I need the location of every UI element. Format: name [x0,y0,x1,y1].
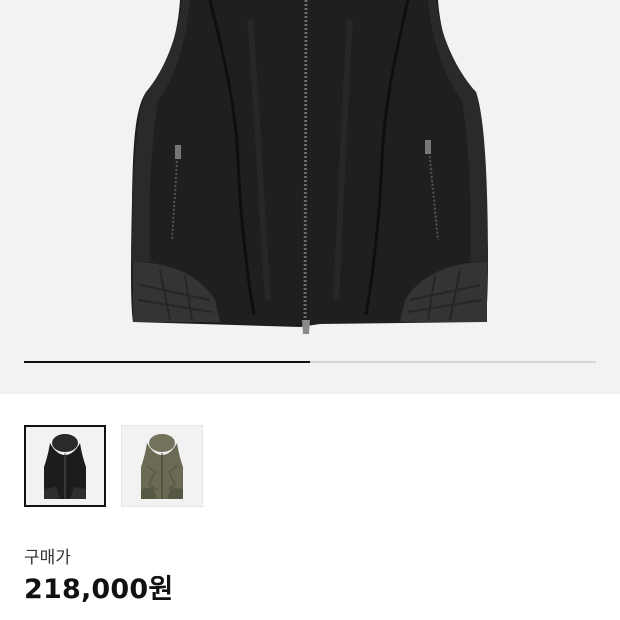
vest-black-thumbnail-icon [26,427,104,505]
gallery-progress-track[interactable] [24,361,596,363]
variant-thumbnail-black[interactable] [24,425,106,507]
gallery-progress-indicator [24,361,310,363]
price-label: 구매가 [24,548,71,568]
price-value: 218,000원 [24,574,174,605]
vest-olive-thumbnail-icon [122,426,202,506]
variant-thumbnail-olive[interactable] [121,425,203,507]
black-vest-image [131,0,488,334]
product-image-viewer[interactable] [0,0,620,394]
